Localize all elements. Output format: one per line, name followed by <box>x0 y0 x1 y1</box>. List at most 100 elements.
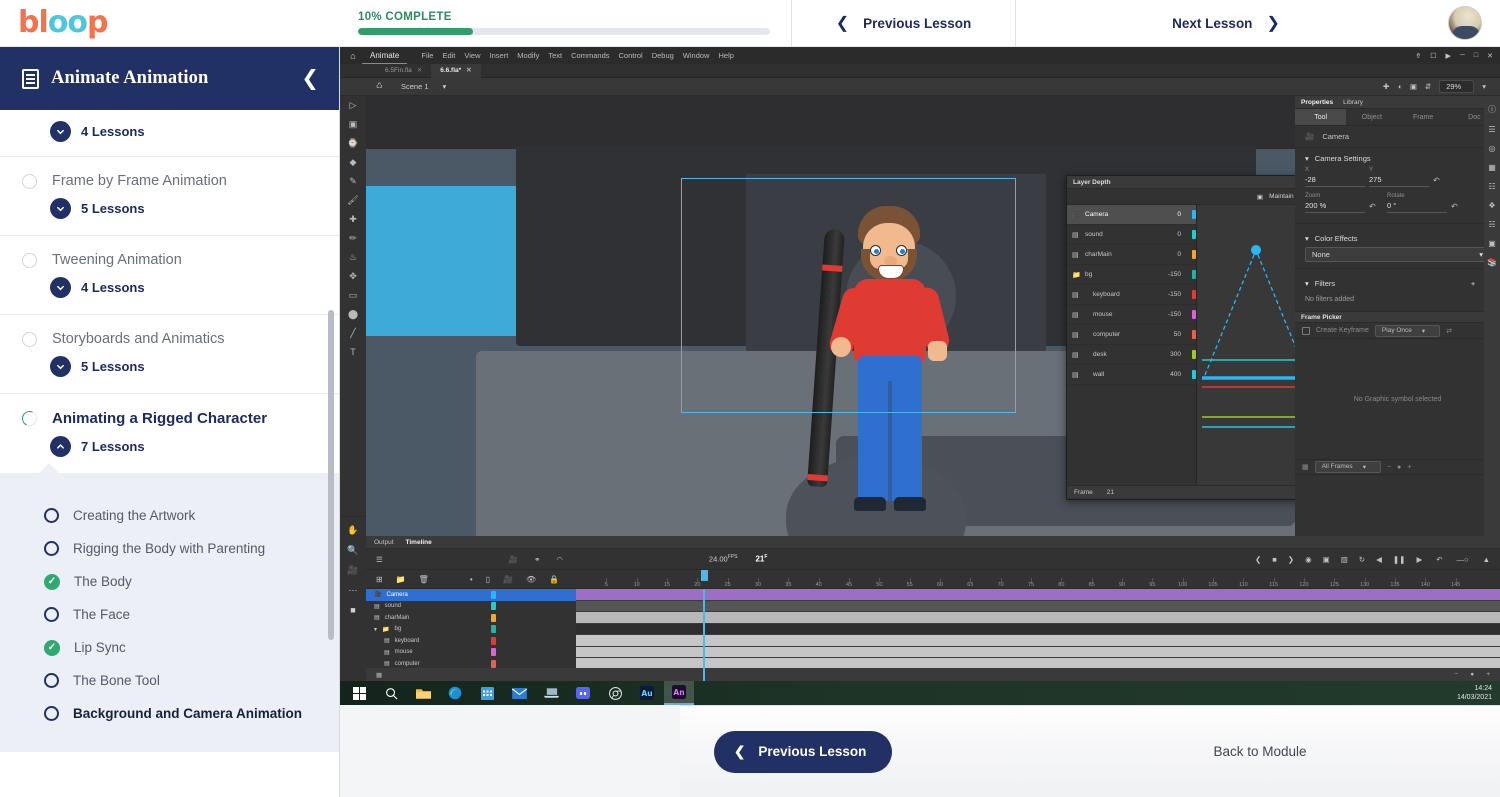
text-tool-icon[interactable]: T <box>350 347 356 357</box>
zoom-in-icon[interactable]: + <box>1407 464 1411 471</box>
chrome-icon[interactable] <box>600 681 630 705</box>
camera-y-field[interactable]: Y 275 <box>1369 167 1429 187</box>
play-icon[interactable]: ▶ <box>1416 555 1422 564</box>
stop-icon[interactable]: ■ <box>1272 555 1277 564</box>
timeline-zoom-slider[interactable]: —○ <box>1457 555 1469 564</box>
playhead-knob[interactable] <box>701 570 708 581</box>
sidebar-module-storyboards[interactable]: Storyboards and Animatics 5 Lessons <box>0 315 339 394</box>
new-folder-icon[interactable]: 📁 <box>396 575 406 584</box>
new-layer-icon[interactable]: ⊞ <box>376 575 383 584</box>
chevron-up-icon[interactable] <box>50 436 71 457</box>
maintain-size-icon[interactable]: ▣ <box>1257 193 1263 201</box>
chevron-down-icon[interactable] <box>50 277 71 298</box>
components-icon[interactable]: ☵ <box>1488 220 1495 229</box>
subtab-tool[interactable]: Tool <box>1295 109 1346 125</box>
layer-stack-icon[interactable]: ☰ <box>376 555 383 564</box>
menu-control[interactable]: Control <box>619 51 643 60</box>
document-tab-1[interactable]: 6.5Fin.fla✕ <box>376 64 431 78</box>
menu-commands[interactable]: Commands <box>571 51 609 60</box>
lasso-tool-icon[interactable]: ⌚ <box>347 138 358 149</box>
next-keyframe-icon[interactable]: ❯ <box>1288 555 1294 564</box>
motion-presets-icon[interactable]: ▣ <box>1488 239 1496 248</box>
delete-layer-icon[interactable]: 🗑 <box>419 575 429 584</box>
camera-rotate-field[interactable]: Rotate 0 ° <box>1387 193 1447 213</box>
color-effects-select[interactable]: None ▾ <box>1305 247 1490 262</box>
frame-row-bg[interactable] <box>576 624 1500 636</box>
layer-depth-row[interactable]: 🎥Camera0 <box>1067 205 1196 225</box>
zoom-level-field[interactable]: 29% <box>1439 80 1474 93</box>
timeline-playhead[interactable] <box>703 589 705 681</box>
timeline-layer-row[interactable]: ▤keyboard <box>366 635 576 647</box>
laptop-icon[interactable] <box>536 681 566 705</box>
color-icon[interactable]: ◎ <box>1489 144 1496 153</box>
calendar-icon[interactable] <box>472 681 502 705</box>
brand-logo[interactable]: bloop <box>0 0 340 47</box>
timeline-zoom-slider[interactable]: ● <box>1470 671 1474 678</box>
sidebar-scroll-area[interactable]: 4 Lessons Frame by Frame Animation 5 Les… <box>0 110 339 797</box>
scene-dropdown-chevron-down-icon[interactable]: ▾ <box>443 82 447 91</box>
rotate-stage-icon[interactable]: ◖ <box>1397 82 1402 91</box>
brush-tool-icon[interactable]: 🖌 <box>347 195 358 206</box>
camera-settings-header[interactable]: ▾ Camera Settings <box>1295 148 1500 167</box>
close-icon[interactable]: ✕ <box>1487 52 1493 60</box>
frame-row-sound[interactable] <box>576 601 1500 613</box>
undo-icon[interactable]: ↶ <box>1436 555 1442 564</box>
timeline-ruler[interactable]: 5101520253035404550556065707580859095100… <box>576 570 1500 589</box>
menu-text[interactable]: Text <box>548 51 562 60</box>
sidebar-module[interactable]: 4 Lessons <box>0 110 339 157</box>
current-frame-value[interactable]: 21F <box>755 554 767 564</box>
tab-output[interactable]: Output <box>374 539 394 546</box>
camera-toggle-icon[interactable]: 🎥 <box>509 555 518 564</box>
tab-properties[interactable]: Properties <box>1301 99 1333 106</box>
lock-layer-icon[interactable]: 🔒 <box>549 575 559 584</box>
menu-help[interactable]: Help <box>718 51 733 60</box>
mail-icon[interactable] <box>504 681 534 705</box>
subtab-object[interactable]: Object <box>1346 109 1397 125</box>
zoom-tool-icon[interactable]: 🔍 <box>347 545 358 556</box>
adobe-audition-icon[interactable]: Au <box>632 681 662 705</box>
screen-icon[interactable]: ☐ <box>1430 52 1436 60</box>
frame-row-charmain[interactable] <box>576 612 1500 624</box>
taskbar-clock[interactable]: 14:24 14/03/2021 <box>1457 684 1500 702</box>
menu-file[interactable]: File <box>421 51 433 60</box>
step-back-icon[interactable]: ◀ <box>1376 555 1382 564</box>
lesson-item-the-body[interactable]: ✓ The Body <box>0 565 339 598</box>
scene-label[interactable]: Scene 1 <box>401 82 429 91</box>
clip-content-icon[interactable]: ▣ <box>1410 82 1417 91</box>
tab-timeline[interactable]: Timeline <box>406 539 432 546</box>
transform-icon[interactable]: ☷ <box>1488 182 1495 191</box>
layer-depth-row[interactable]: ▤wall400 <box>1067 365 1196 385</box>
graph-editor-icon[interactable]: ◠ <box>556 555 563 564</box>
lesson-item-background-and-camera-animation[interactable]: Background and Camera Animation <box>0 697 339 730</box>
resize-timeline-icon[interactable]: ▲ <box>1483 555 1490 564</box>
lesson-video-player[interactable]: ⌂ Animate File Edit View Insert Modify T… <box>340 47 1500 705</box>
shape-tool-icon[interactable]: ◆ <box>350 157 357 168</box>
menu-edit[interactable]: Edit <box>442 51 455 60</box>
previous-lesson-top-button[interactable]: ❮ Previous Lesson <box>792 0 1016 47</box>
onion-skin-icon[interactable]: ◉ <box>1305 555 1312 564</box>
home-icon[interactable]: ⌂ <box>344 51 362 61</box>
share-icon[interactable]: ⇮ <box>1415 52 1421 60</box>
timeline-layer-row[interactable]: ▾📁bg <box>366 624 576 636</box>
grid-view-icon[interactable]: ▦ <box>1302 463 1309 471</box>
menu-modify[interactable]: Modify <box>517 51 539 60</box>
zoom-chevron-down-icon[interactable]: ▾ <box>1482 82 1486 91</box>
menu-debug[interactable]: Debug <box>652 51 674 60</box>
animate-timeline[interactable]: Output Timeline ☰ 🎥 ⚭ ◠ 24.00FPS 21F ❮ <box>366 536 1500 681</box>
pause-icon[interactable]: ❚❚ <box>1393 555 1406 564</box>
lesson-item-rigging-the-body[interactable]: Rigging the Body with Parenting <box>0 532 339 565</box>
start-icon[interactable] <box>344 681 374 705</box>
loop-icon[interactable]: ↻ <box>1359 555 1365 564</box>
lesson-item-lip-sync[interactable]: ✓ Lip Sync <box>0 631 339 664</box>
camera-tool-icon[interactable]: 🎥 <box>347 565 358 576</box>
info-icon[interactable]: ⓘ <box>1488 104 1496 115</box>
line-tool-icon[interactable]: ╱ <box>350 328 355 339</box>
layer-depth-row[interactable]: ▤mouse-150 <box>1067 305 1196 325</box>
camera-x-field[interactable]: X -28 <box>1305 167 1365 187</box>
reset-xy-icon[interactable]: ↶ <box>1433 176 1447 187</box>
loop-icon[interactable]: ⇄ <box>1446 327 1452 335</box>
fluid-brush-tool-icon[interactable]: ✚ <box>349 214 357 225</box>
zoom-slider[interactable]: ● <box>1397 464 1401 471</box>
timeline-grid-icon[interactable]: ▦ <box>376 671 382 679</box>
fps-value[interactable]: 24.00FPS <box>709 554 738 564</box>
